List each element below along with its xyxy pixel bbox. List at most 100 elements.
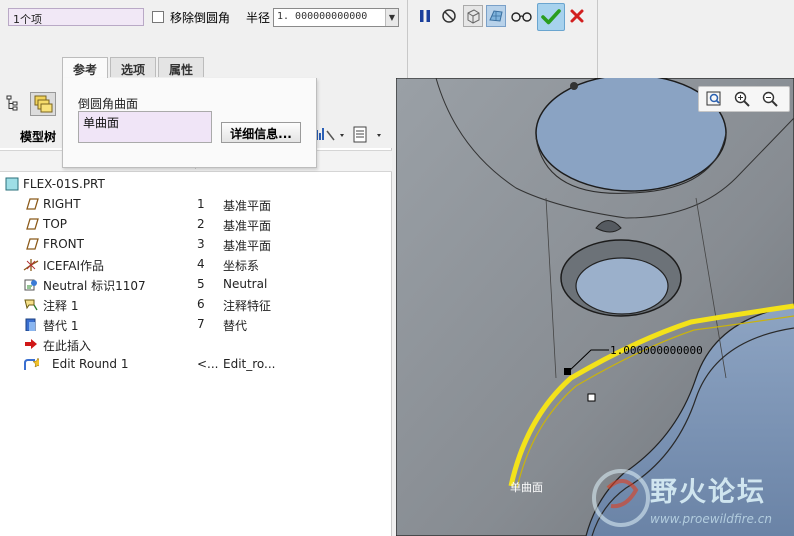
watermark-url: www.proewildfire.cn (650, 512, 772, 526)
tree-row-neutral[interactable]: Neutral 标识1107 5 Neutral (0, 274, 392, 294)
substitute-icon (25, 318, 36, 331)
tree-row-type: 基准平面 (223, 239, 272, 253)
tree-row-id: <... (197, 357, 219, 371)
tree-row-id: 4 (197, 257, 205, 271)
details-button[interactable]: 详细信息... (221, 122, 301, 143)
list-icon (353, 126, 381, 143)
tree-row-top[interactable]: TOP 2 基准平面 (0, 214, 392, 234)
tree-row-type: 坐标系 (223, 259, 260, 273)
checkmark-icon (541, 9, 561, 25)
no-entry-icon (442, 9, 456, 23)
model-geometry (396, 78, 794, 536)
separate-preview-button[interactable] (463, 5, 483, 27)
pause-icon (420, 10, 430, 22)
radius-dimension-label[interactable]: 1.000000000000 (610, 344, 703, 357)
tree-row-id: 6 (197, 297, 205, 311)
tree-row-edit-round[interactable]: Edit Round 1 <... Edit_ro... (0, 354, 392, 374)
radius-label: 半径 (246, 11, 271, 25)
small-hole (575, 257, 669, 315)
tree-row-id: 1 (197, 197, 205, 211)
ok-button[interactable] (537, 3, 565, 31)
tree-row-type: 基准平面 (223, 199, 272, 213)
pin-hole (570, 82, 578, 90)
tree-show-dropdown[interactable] (352, 125, 388, 145)
cancel-button[interactable] (567, 5, 587, 27)
verify-mode-button[interactable] (486, 5, 506, 27)
layer-tree-tab[interactable] (30, 92, 56, 116)
graphics-window[interactable]: 1.000000000000 单曲面 野火论坛 www.proewildfire… (396, 78, 794, 536)
pause-button[interactable] (415, 5, 435, 27)
tree-row-annotation[interactable]: 注释 1 6 注释特征 (0, 294, 392, 314)
tab-options[interactable]: 选项 (110, 57, 157, 77)
datum-plane-icon (26, 198, 39, 210)
insert-here-icon (25, 339, 37, 349)
drag-handle-start[interactable] (564, 368, 571, 375)
neutral-icon (24, 279, 37, 291)
tree-row-id: 7 (197, 317, 205, 331)
radius-input[interactable]: 1. 000000000000 (273, 8, 399, 27)
drag-handle-center[interactable] (587, 393, 596, 402)
tree-row-front[interactable]: FRONT 3 基准平面 (0, 234, 392, 254)
surface-callout-label: 单曲面 (510, 481, 543, 494)
datum-plane-icon (26, 238, 39, 250)
tree-row-type: Neutral (223, 277, 268, 291)
tree-row-name: Neutral 标识1107 (43, 279, 146, 293)
remove-rounds-label: 移除倒圆角 (170, 11, 231, 25)
tree-row-type: Edit_ro... (223, 357, 276, 371)
references-panel: 倒圆角曲面 单曲面 详细信息... (62, 78, 317, 168)
tree-row-type: 替代 (223, 319, 248, 333)
tree-row-right[interactable]: RIGHT 1 基准平面 (0, 194, 392, 214)
remove-rounds-checkbox[interactable] (152, 11, 164, 23)
tree-row-name: RIGHT (43, 197, 81, 211)
tree-row-type: 基准平面 (223, 219, 272, 233)
tree-row-id: 5 (197, 277, 205, 291)
no-preview-button[interactable] (439, 5, 459, 27)
tree-row-id: 3 (197, 237, 205, 251)
tree-root-row[interactable]: FLEX-01S.PRT (0, 174, 392, 194)
refit-button[interactable] (705, 90, 725, 110)
tab-properties[interactable]: 属性 (158, 57, 205, 77)
mesh-preview-icon (489, 10, 503, 22)
tree-row-name: TOP (43, 217, 68, 231)
round-surfaces-collector[interactable]: 单曲面 (78, 111, 212, 143)
watermark-title: 野火论坛 (650, 477, 766, 508)
round-surfaces-label: 倒圆角曲面 (78, 97, 139, 111)
edit-round-icon (24, 357, 39, 370)
annotation-icon (24, 299, 38, 311)
tree-row-name: ICEFAI作品 (43, 259, 105, 273)
tree-structure-icon (6, 95, 18, 111)
settings-icon (316, 128, 344, 141)
close-icon (570, 9, 584, 23)
coordinate-system-icon (23, 259, 39, 271)
radius-dropdown-arrow[interactable]: ▼ (385, 9, 398, 26)
dashboard-divider (407, 0, 408, 78)
tree-row-name: 在此插入 (43, 339, 92, 353)
zoom-out-icon (762, 91, 778, 107)
refit-icon (706, 91, 721, 106)
tree-root-label: FLEX-01S.PRT (23, 177, 105, 191)
tree-row-name: 注释 1 (43, 299, 79, 313)
round-dashboard: 1个项 移除倒圆角 半径 1. 000000000000 ▼ 参考 选项 属性 (0, 0, 794, 78)
tree-row-csys[interactable]: ICEFAI作品 4 坐标系 (0, 254, 392, 274)
tree-row-type: 注释特征 (223, 299, 272, 313)
tree-row-insert-here[interactable]: 在此插入 (0, 334, 392, 354)
layers-icon (34, 95, 53, 113)
tree-row-substitute[interactable]: 替代 1 7 替代 (0, 314, 392, 334)
model-tree-title: 模型树 (20, 130, 57, 144)
collector-item[interactable]: 单曲面 (83, 114, 207, 131)
glasses-icon (511, 12, 532, 22)
tree-row-name: FRONT (43, 237, 84, 251)
verify-button[interactable] (509, 5, 535, 27)
tree-row-id: 2 (197, 217, 205, 231)
wireframe-box-icon (467, 9, 480, 24)
tree-settings-dropdown[interactable] (314, 125, 348, 145)
model-tree-tab[interactable] (4, 94, 24, 114)
zoom-in-button[interactable] (733, 90, 753, 110)
reference-collector-field[interactable]: 1个项 (8, 8, 144, 26)
zoom-in-icon (734, 91, 750, 107)
tree-row-name: Edit Round 1 (52, 357, 129, 371)
part-icon (5, 177, 19, 191)
datum-plane-icon (26, 218, 39, 230)
zoom-out-button[interactable] (761, 90, 781, 110)
tab-references[interactable]: 参考 (62, 57, 109, 78)
